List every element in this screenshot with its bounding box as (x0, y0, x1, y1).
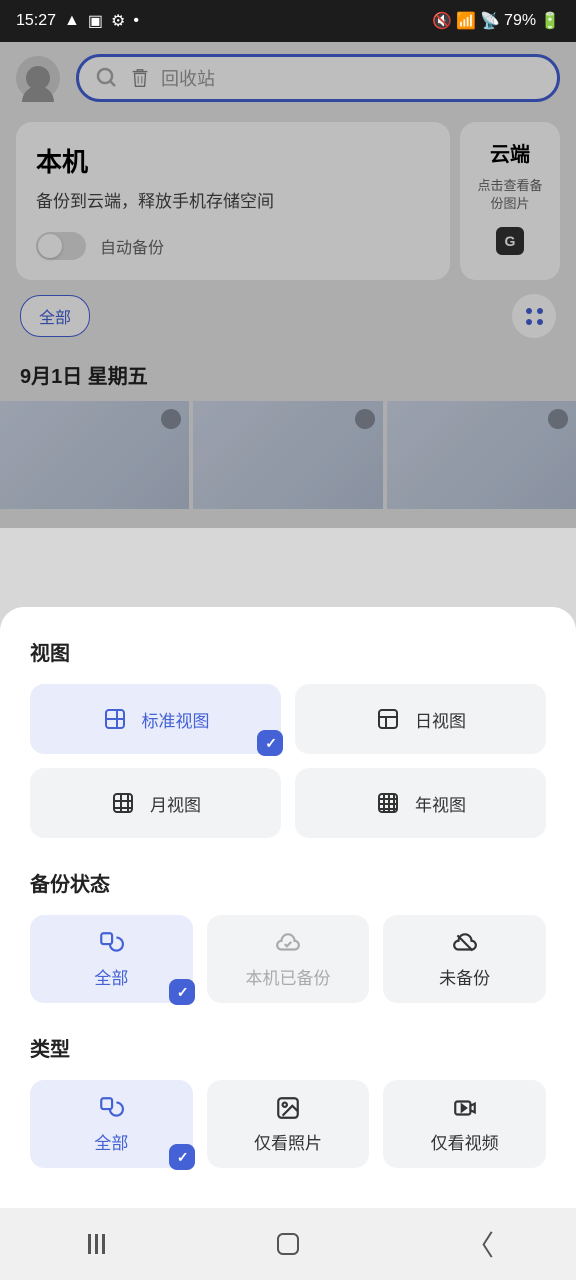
nav-home-button[interactable] (228, 1220, 348, 1268)
dot-icon: • (133, 12, 139, 30)
nav-bar: 〈 (0, 1208, 576, 1280)
type-section-title: 类型 (30, 1033, 546, 1062)
view-standard-option[interactable]: 标准视图 (30, 684, 281, 754)
photo-icon (275, 1095, 301, 1121)
day-icon (375, 706, 401, 732)
view-year-option[interactable]: 年视图 (295, 768, 546, 838)
backup-unsynced-option[interactable]: 未备份 (383, 915, 546, 1003)
backup-section-title: 备份状态 (30, 868, 546, 897)
backup-synced-option[interactable]: 本机已备份 (207, 915, 370, 1003)
settings-icon: ⚙ (111, 11, 125, 31)
month-icon (110, 790, 136, 816)
nav-recent-button[interactable] (36, 1220, 156, 1268)
signal-icon: 📡 (480, 11, 500, 31)
view-day-option[interactable]: 日视图 (295, 684, 546, 754)
mute-icon: 🔇 (432, 11, 452, 31)
warning-icon: ▲ (64, 12, 80, 30)
all-icon (98, 1095, 124, 1121)
filter-sheet: 视图 标准视图 日视图 月视图 年视图 备份状态 (0, 607, 576, 1208)
status-bar: 15:27 ▲ ▣ ⚙ • 🔇 📶 📡 79% 🔋 (0, 0, 576, 42)
battery-icon: 🔋 (540, 11, 560, 31)
type-videos-option[interactable]: 仅看视频 (383, 1080, 546, 1168)
type-all-option[interactable]: 全部 (30, 1080, 193, 1168)
grid-icon (102, 706, 128, 732)
nav-back-button[interactable]: 〈 (420, 1220, 540, 1268)
year-icon (375, 790, 401, 816)
cloud-check-icon (275, 930, 301, 956)
type-photos-option[interactable]: 仅看照片 (207, 1080, 370, 1168)
cloud-slash-icon (452, 930, 478, 956)
status-time: 15:27 (16, 12, 56, 30)
all-icon (98, 930, 124, 956)
view-section-title: 视图 (30, 637, 546, 666)
battery-percent: 79% (504, 12, 536, 30)
view-month-option[interactable]: 月视图 (30, 768, 281, 838)
wifi-icon: 📶 (456, 11, 476, 31)
backup-all-option[interactable]: 全部 (30, 915, 193, 1003)
image-icon: ▣ (88, 11, 103, 31)
video-icon (452, 1095, 478, 1121)
